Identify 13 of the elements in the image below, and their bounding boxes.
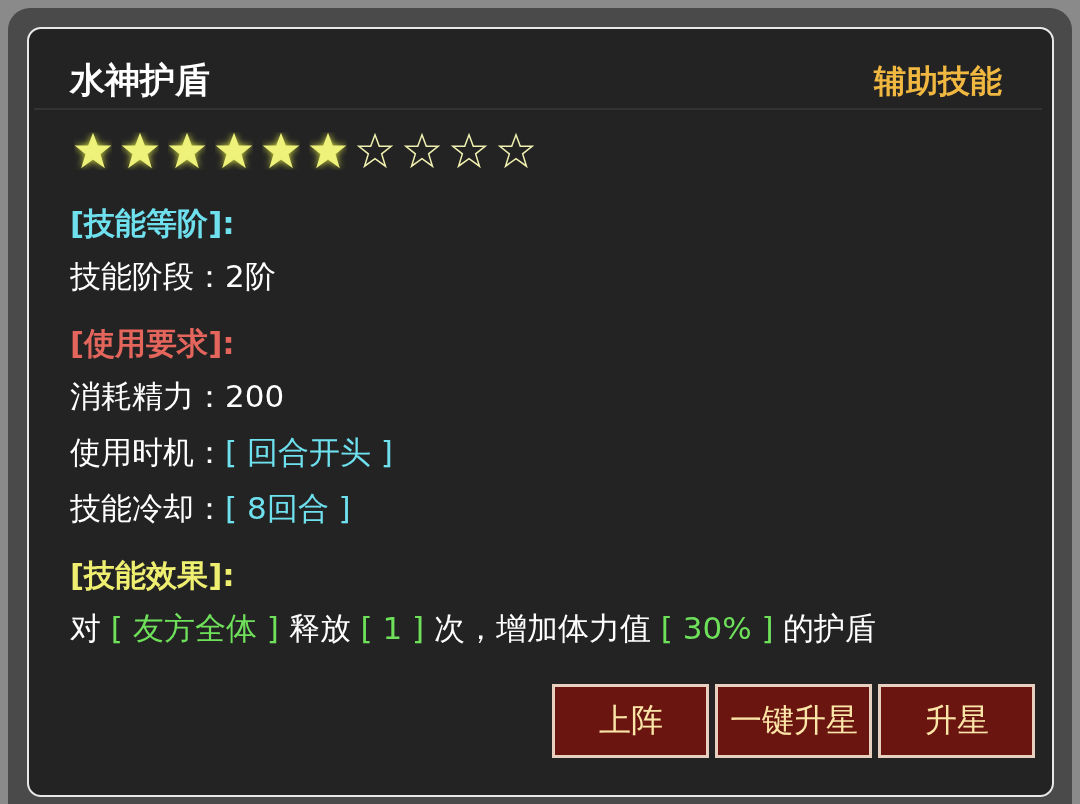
info-line: 使用时机：[ 回合开头 ] <box>70 433 394 472</box>
skill-title: 水神护盾 <box>70 59 210 102</box>
action-button[interactable]: 一键升星 <box>715 684 872 758</box>
info-line: 对 [ 友方全体 ] 释放 [ 1 ] 次，增加体力值 [ 30% ] 的护盾 <box>70 609 878 648</box>
info-line: 技能冷却：[ 8回合 ] <box>70 489 352 528</box>
action-button[interactable]: 上阵 <box>552 684 709 758</box>
section-heading: [技能等阶]: <box>70 204 236 243</box>
section-heading: [使用要求]: <box>70 324 236 363</box>
info-line: 技能阶段：2阶 <box>70 257 277 296</box>
section-heading: [技能效果]: <box>70 556 236 595</box>
action-button[interactable]: 升星 <box>878 684 1035 758</box>
info-line: 消耗精力：200 <box>70 377 286 416</box>
skill-category: 辅助技能 <box>874 61 1002 102</box>
